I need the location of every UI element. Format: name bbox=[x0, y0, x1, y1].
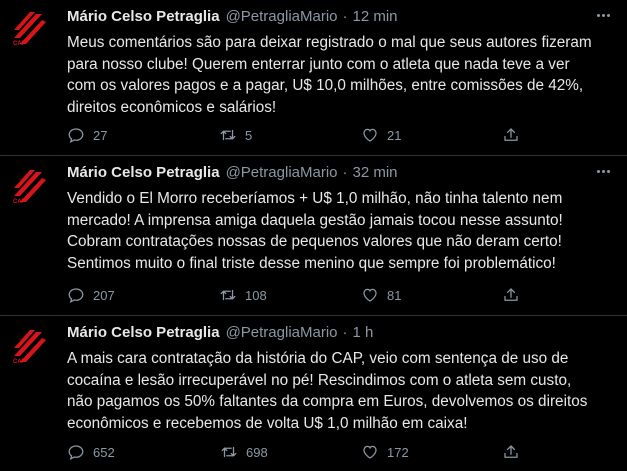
like-button[interactable]: 172 bbox=[361, 440, 409, 464]
separator-dot: · bbox=[342, 164, 348, 181]
tweet-feed: CAP Mário Celso Petraglia @PetragliaMari… bbox=[0, 0, 627, 471]
tweet-text-line: Sentimos muito o final triste desse meni… bbox=[67, 254, 556, 272]
like-button[interactable]: 21 bbox=[361, 123, 401, 147]
share-button[interactable] bbox=[502, 123, 520, 147]
tweet-timestamp[interactable]: 32 min bbox=[353, 164, 398, 181]
share-icon bbox=[504, 445, 518, 458]
author-name[interactable]: Mário Celso Petraglia bbox=[67, 164, 220, 181]
more-dots-icon[interactable] bbox=[591, 6, 615, 24]
share-icon bbox=[504, 288, 518, 301]
like-button[interactable]: 81 bbox=[361, 283, 401, 307]
share-button[interactable] bbox=[502, 440, 520, 464]
retweet-count: 108 bbox=[245, 287, 267, 303]
heart-icon bbox=[363, 128, 377, 142]
tweet-header: Mário Celso Petraglia @PetragliaMario · … bbox=[67, 8, 398, 28]
tweet-text-line: Meus comentários são para deixar registr… bbox=[67, 34, 592, 51]
reply-bubble-icon bbox=[68, 288, 84, 303]
athletico-paranaense-crest-icon[interactable]: CAP bbox=[10, 8, 48, 47]
heart-icon bbox=[363, 445, 377, 459]
tweet-text: A mais cara contratação da história do C… bbox=[67, 348, 619, 434]
heart-icon bbox=[363, 288, 377, 302]
separator-dot: · bbox=[342, 324, 348, 341]
tweet-text-line: Vendido o El Morro receberíamos + U$ 1,0… bbox=[67, 190, 563, 207]
athletico-paranaense-crest-icon[interactable]: CAP bbox=[10, 166, 48, 205]
tweet-text: Meus comentários são para deixar registr… bbox=[67, 32, 619, 118]
reply-count: 207 bbox=[93, 287, 115, 303]
author-name[interactable]: Mário Celso Petraglia bbox=[67, 8, 220, 25]
tweet-header: Mário Celso Petraglia @PetragliaMario · … bbox=[67, 164, 398, 184]
share-button[interactable] bbox=[502, 283, 520, 307]
like-count: 81 bbox=[387, 287, 402, 303]
retweet-count: 5 bbox=[245, 127, 253, 143]
tweet-timestamp[interactable]: 1 h bbox=[353, 324, 374, 341]
retweet-icon bbox=[221, 446, 237, 458]
reply-count: 652 bbox=[93, 444, 115, 460]
reply-button[interactable]: 27 bbox=[67, 123, 107, 147]
author-handle[interactable]: @PetragliaMario bbox=[226, 8, 338, 25]
tweet-text: Vendido o El Morro receberíamos + U$ 1,0… bbox=[67, 188, 619, 274]
tweet-3[interactable]: CAP Mário Celso Petraglia @PetragliaMari… bbox=[0, 316, 627, 471]
author-name[interactable]: Mário Celso Petraglia bbox=[67, 324, 220, 341]
reply-bubble-icon bbox=[68, 128, 84, 143]
tweet-text-line: A mais cara contratação da história do C… bbox=[67, 350, 569, 367]
retweet-icon bbox=[220, 129, 236, 141]
reply-button[interactable]: 207 bbox=[67, 283, 115, 307]
reply-count: 27 bbox=[93, 127, 108, 143]
retweet-button[interactable]: 698 bbox=[220, 440, 268, 464]
separator-dot: · bbox=[342, 8, 348, 25]
like-count: 172 bbox=[387, 444, 409, 460]
reply-button[interactable]: 652 bbox=[67, 440, 115, 464]
tweet-text-line: para nosso clube! Querem enterrar junto … bbox=[67, 55, 570, 73]
svg-text:CAP: CAP bbox=[13, 359, 26, 364]
tweet-text-line: cocaína e lesão irrecuperável no pé! Res… bbox=[67, 371, 572, 389]
tweet-actions: 207 108 81 bbox=[67, 283, 537, 307]
athletico-paranaense-crest-icon[interactable]: CAP bbox=[10, 326, 48, 365]
tweet-text-line: econômicos e recebemos de volta U$ 1,0 m… bbox=[67, 414, 468, 432]
svg-text:CAP: CAP bbox=[13, 41, 26, 46]
tweet-text-line: mercado! A imprensa amiga daquela gestão… bbox=[67, 211, 563, 229]
share-icon bbox=[504, 128, 518, 141]
svg-text:CAP: CAP bbox=[13, 199, 26, 204]
tweet-header: Mário Celso Petraglia @PetragliaMario · … bbox=[67, 324, 373, 344]
tweet-timestamp[interactable]: 12 min bbox=[353, 8, 398, 25]
tweet-actions: 27 5 21 bbox=[67, 123, 537, 147]
retweet-button[interactable]: 108 bbox=[219, 283, 267, 307]
tweet-text-line: Cobram contratações nossas de pequenos v… bbox=[67, 233, 562, 251]
tweet-text-line: não pagamos os 50% faltantes da compra e… bbox=[67, 393, 588, 411]
tweet-text-line: direitos econômicos e salários! bbox=[67, 98, 277, 116]
author-handle[interactable]: @PetragliaMario bbox=[226, 164, 338, 181]
retweet-button[interactable]: 5 bbox=[219, 123, 252, 147]
tweet-2[interactable]: CAP Mário Celso Petraglia @PetragliaMari… bbox=[0, 156, 627, 316]
retweet-count: 698 bbox=[246, 444, 268, 460]
tweet-actions: 652 698 172 bbox=[67, 440, 537, 464]
more-dots-icon[interactable] bbox=[591, 162, 615, 180]
tweet-1[interactable]: CAP Mário Celso Petraglia @PetragliaMari… bbox=[0, 0, 627, 156]
like-count: 21 bbox=[387, 127, 402, 143]
author-handle[interactable]: @PetragliaMario bbox=[226, 324, 338, 341]
tweet-text-line: com os valores pagos e a pagar, U$ 10,0 … bbox=[67, 77, 584, 95]
reply-bubble-icon bbox=[68, 445, 84, 460]
retweet-icon bbox=[220, 289, 236, 301]
